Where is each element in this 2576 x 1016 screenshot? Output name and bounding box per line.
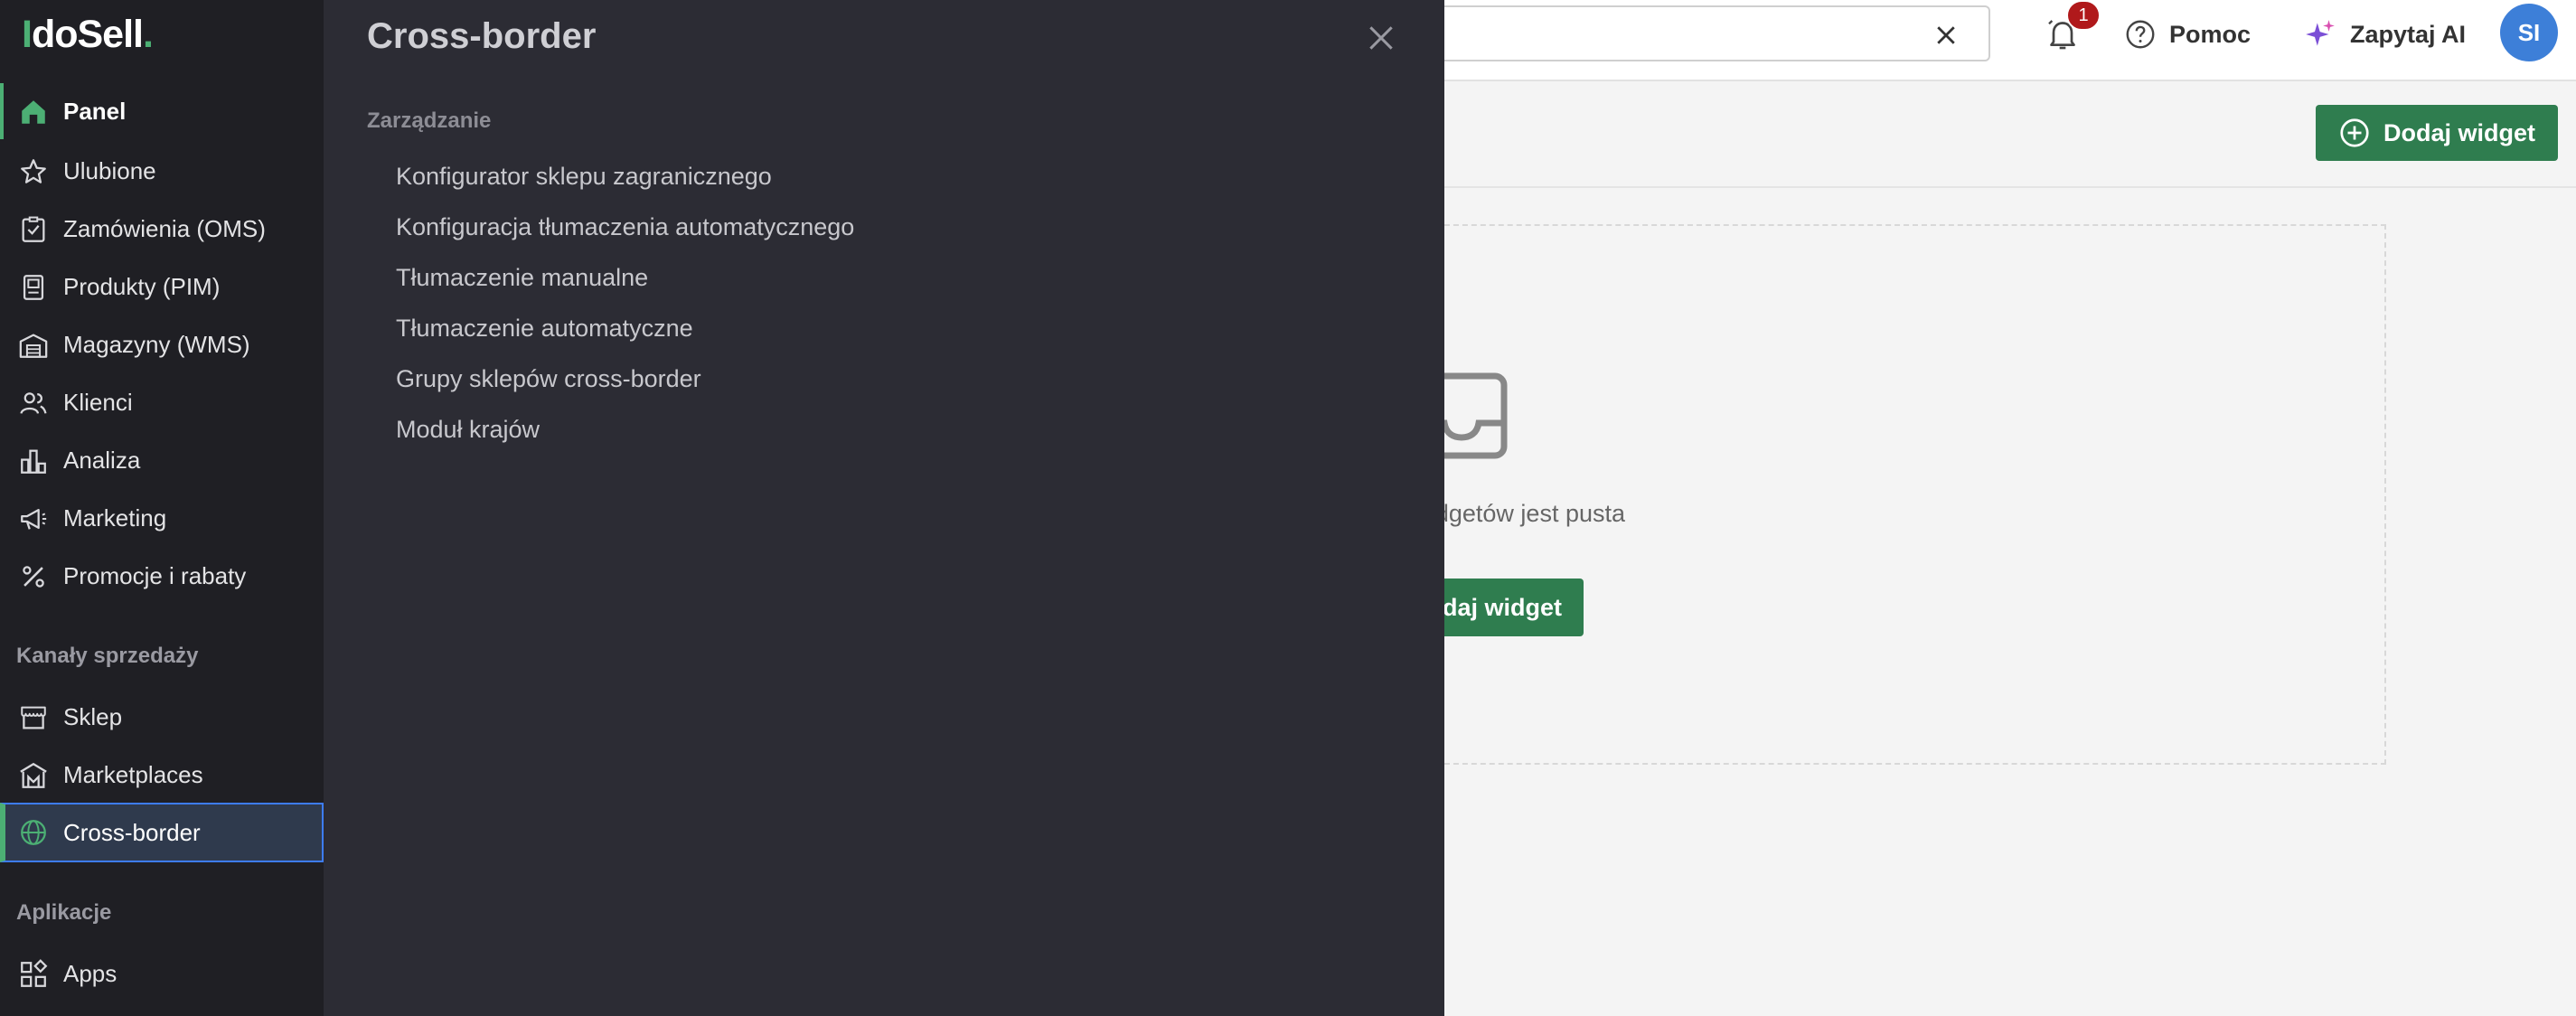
inbox-icon: [1444, 371, 1508, 461]
plus-circle-icon: [2340, 118, 2369, 147]
sidebar-item-label: Klienci: [63, 388, 133, 416]
sidebar-item-analiza[interactable]: Analiza: [0, 432, 324, 488]
sidebar-item-label: Sklep: [63, 702, 123, 730]
sidebar-item-marketplaces[interactable]: Marketplaces: [0, 747, 324, 803]
widget-area-empty: dgetów jest pusta daj widget: [1444, 224, 2386, 765]
sidebar-item-label: Panel: [63, 97, 127, 125]
sidebar-item-label: Produkty (PIM): [63, 272, 221, 300]
help-label: Pomoc: [2169, 20, 2252, 48]
drawer-link-shop-configurator[interactable]: Konfigurator sklepu zagranicznego: [396, 163, 772, 191]
question-circle-icon: [2126, 20, 2155, 49]
drawer-link-countries-module[interactable]: Moduł krajów: [396, 416, 540, 444]
notification-badge: 1: [2066, 0, 2101, 31]
sidebar-item-label: Apps: [63, 959, 118, 987]
sidebar-item-label: Magazyny (WMS): [63, 330, 250, 358]
drawer-title: Cross-border: [367, 16, 597, 56]
add-widget-center-label: daj widget: [1444, 594, 1562, 621]
sidebar-item-label: Zamówienia (OMS): [63, 214, 266, 242]
dashboard-toolbar: Dodaj widget: [1444, 81, 2576, 188]
drawer-link-auto-translation-config[interactable]: Konfiguracja tłumaczenia automatycznego: [396, 213, 854, 241]
sidebar-item-apps[interactable]: Apps: [0, 945, 324, 1002]
sidebar-item-label: Promocje i rabaty: [63, 561, 247, 589]
section-label-apps: Aplikacje: [16, 900, 112, 925]
logo-dot: .: [142, 13, 154, 56]
warehouse-icon: [19, 334, 48, 358]
product-tag-icon: [23, 275, 44, 300]
idosell-logo[interactable]: IdoSell.: [22, 13, 154, 57]
sidebar-item-zamowienia[interactable]: Zamówienia (OMS): [0, 201, 324, 257]
sidebar-item-label: Marketplaces: [63, 760, 203, 788]
search-input[interactable]: [1444, 5, 1990, 61]
sidebar-item-label: Analiza: [63, 446, 141, 474]
logo-letter: I: [22, 13, 33, 56]
bar-chart-icon: [21, 449, 46, 474]
sidebar-item-marketing[interactable]: Marketing: [0, 490, 324, 546]
sidebar-item-promocje[interactable]: Promocje i rabaty: [0, 548, 324, 604]
percent-icon: [23, 566, 44, 588]
user-avatar[interactable]: SI: [2500, 4, 2558, 61]
help-button[interactable]: Pomoc: [2124, 16, 2251, 52]
close-icon[interactable]: [1363, 20, 1399, 56]
topbar: 1 Pomoc Zapytaj AI SI: [1444, 0, 2576, 81]
sparkles-icon: [2306, 20, 2335, 46]
sidebar-item-klienci[interactable]: Klienci: [0, 374, 324, 430]
store-icon: [21, 706, 46, 729]
sidebar: IdoSell. Panel Ulubione Zamówienia (OMS)…: [0, 0, 324, 1016]
globe-icon: [21, 820, 46, 845]
star-icon: [21, 159, 46, 183]
drawer-section-label: Zarządzanie: [367, 108, 492, 133]
marketplace-icon: [20, 762, 47, 788]
cross-border-drawer: Cross-border Zarządzanie Konfigurator sk…: [324, 0, 1444, 1016]
empty-state-label: dgetów jest pusta: [1444, 500, 1625, 527]
add-widget-button-center[interactable]: daj widget: [1444, 579, 1584, 636]
clipboard-check-icon: [22, 216, 45, 242]
add-widget-label: Dodaj widget: [2383, 118, 2535, 146]
megaphone-icon: [21, 508, 47, 530]
drawer-link-manual-translation[interactable]: Tłumaczenie manualne: [396, 264, 648, 292]
sidebar-item-label: Ulubione: [63, 156, 156, 184]
sidebar-item-produkty[interactable]: Produkty (PIM): [0, 259, 324, 315]
drawer-link-auto-translation[interactable]: Tłumaczenie automatyczne: [396, 315, 693, 343]
sidebar-item-ulubione[interactable]: Ulubione: [0, 143, 324, 199]
add-widget-button[interactable]: Dodaj widget: [2316, 105, 2558, 161]
sidebar-item-label: Cross-border: [63, 818, 201, 846]
ask-ai-button[interactable]: Zapytaj AI: [2303, 16, 2466, 52]
logo-word: doSell: [31, 13, 144, 56]
home-icon: [22, 100, 45, 124]
ask-ai-label: Zapytaj AI: [2350, 20, 2467, 48]
sidebar-item-cross-border[interactable]: Cross-border: [0, 803, 324, 862]
sidebar-item-magazyny[interactable]: Magazyny (WMS): [0, 316, 324, 372]
sidebar-item-label: Marketing: [63, 503, 167, 532]
apps-grid-icon: [21, 959, 48, 987]
users-icon: [20, 392, 47, 414]
empty-state-text: dgetów jest pusta: [1444, 500, 1625, 528]
clear-search-icon[interactable]: [1932, 22, 1960, 49]
sidebar-item-sklep[interactable]: Sklep: [0, 689, 324, 745]
sidebar-item-panel[interactable]: Panel: [0, 83, 324, 139]
drawer-link-shop-groups[interactable]: Grupy sklepów cross-border: [396, 365, 701, 393]
section-label-sales-channels: Kanały sprzedaży: [16, 644, 199, 668]
